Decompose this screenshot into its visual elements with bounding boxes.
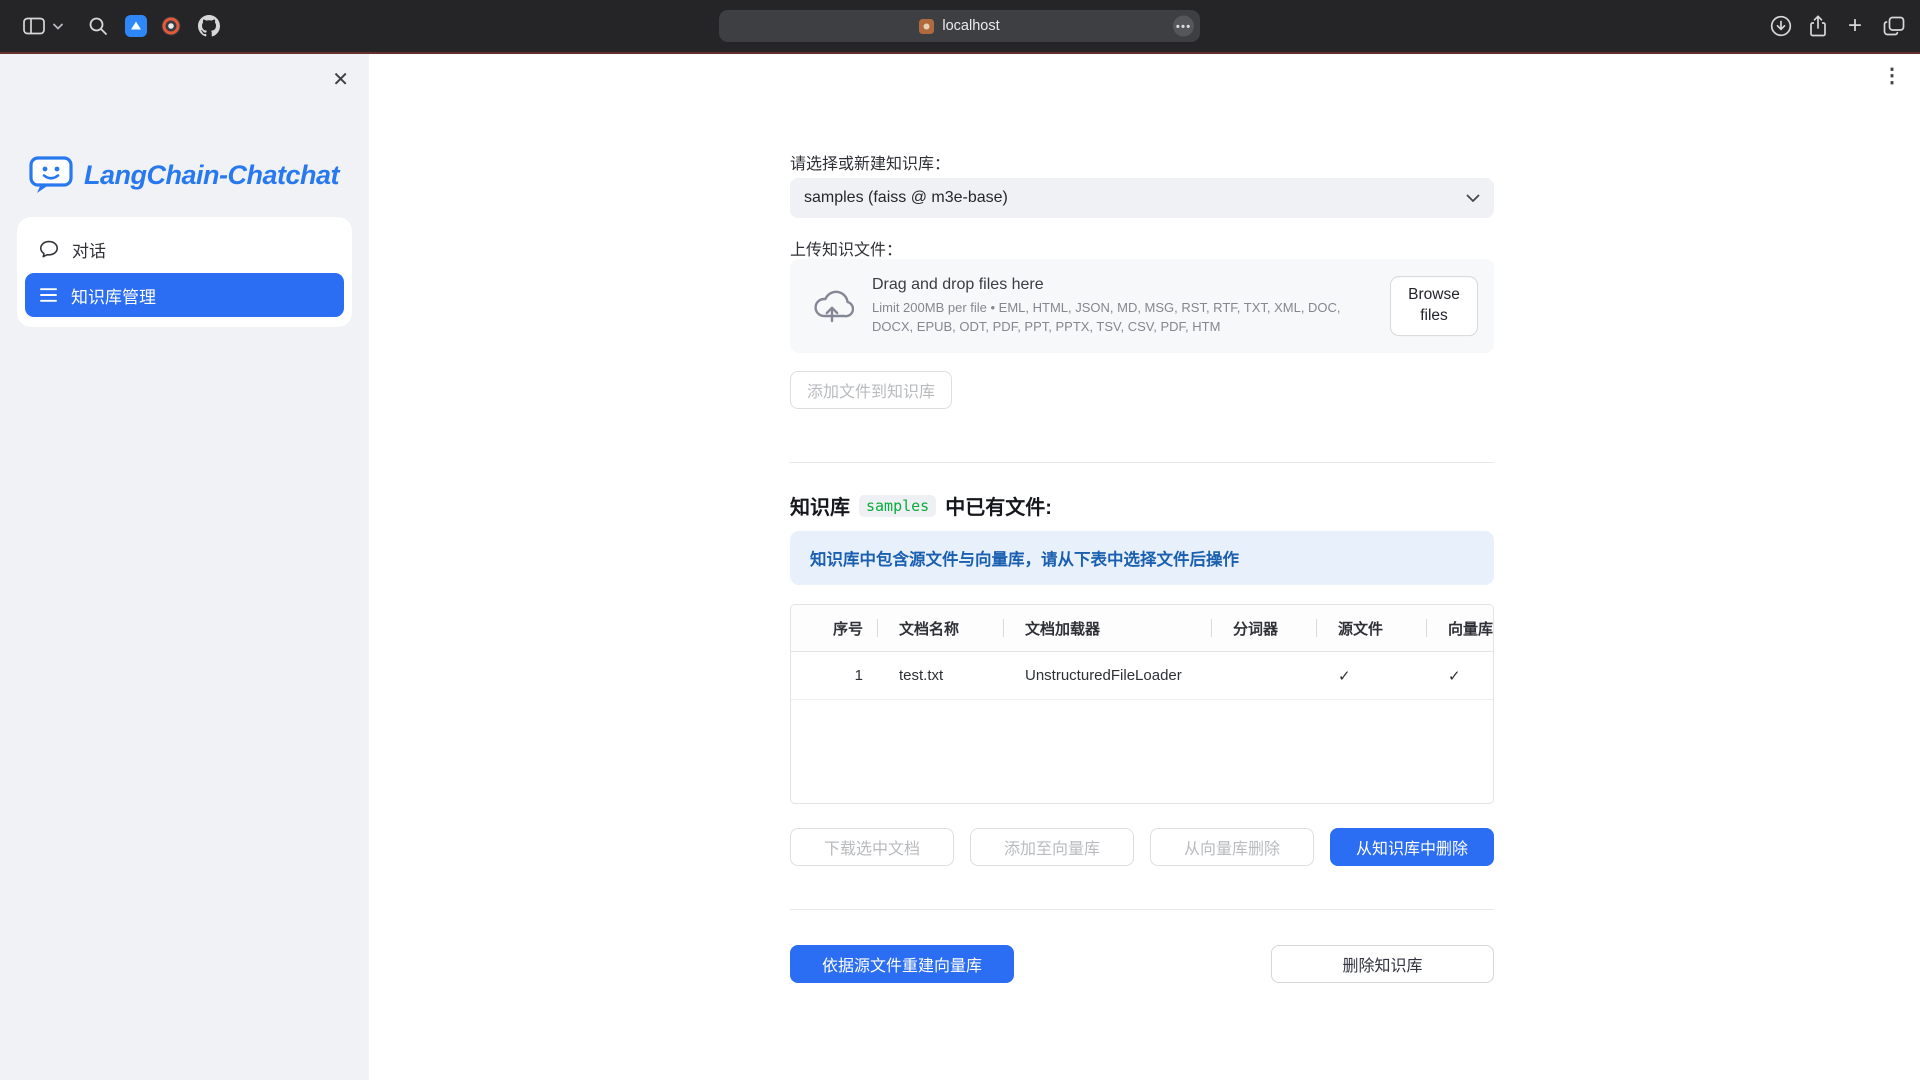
add-to-vector-button[interactable]: 添加至向量库 [970,828,1134,866]
sidebar-close-button[interactable]: ✕ [332,70,349,90]
browser-toolbar: localhost ••• + [0,0,1920,52]
sidebar-item-dialogue[interactable]: 对话 [25,227,344,271]
sidebar-toggle-button[interactable] [20,0,48,52]
app-icon-blue[interactable] [123,0,149,52]
upload-label: 上传知识文件： [790,236,902,260]
sidebar-chevron-button[interactable] [50,0,66,52]
divider [790,909,1494,910]
address-bar[interactable]: localhost ••• [719,10,1200,42]
new-tab-button[interactable]: + [1843,0,1867,52]
files-table: 序号 文档名称 文档加载器 分词器 源文件 向量库 1 test.txt Uns… [790,604,1494,804]
sidebar-item-label: 对话 [72,237,106,262]
logo-chat-bubble-icon [28,154,74,196]
kb-name-code: samples [859,495,936,517]
app-logo: LangChain-Chatchat [28,154,339,196]
column-header-splitter[interactable]: 分词器 [1211,605,1316,651]
sidebar: ✕ LangChain-Chatchat 对话 知识库管理 [0,54,369,1080]
column-header-name[interactable]: 文档名称 [877,605,1003,651]
info-banner: 知识库中包含源文件与向量库，请从下表中选择文件后操作 [790,531,1494,585]
github-icon[interactable] [196,0,222,52]
cell-name: test.txt [877,652,1003,699]
cell-source-check: ✓ [1316,652,1426,699]
browse-files-button[interactable]: Browse files [1390,276,1478,336]
column-header-index[interactable]: 序号 [791,605,877,651]
heading-suffix: 中已有文件: [945,491,1052,520]
downloads-button[interactable] [1768,0,1794,52]
cell-loader: UnstructuredFileLoader [1003,652,1211,699]
add-files-button[interactable]: 添加文件到知识库 [790,371,952,409]
dropzone-hint: Limit 200MB per file • EML, HTML, JSON, … [872,299,1374,337]
chevron-down-icon [1466,194,1480,203]
page-menu-button[interactable]: ⋮ [1882,66,1902,86]
rebuild-vector-store-button[interactable]: 依据源文件重建向量库 [790,945,1014,983]
page-settings-icon[interactable]: ••• [1173,16,1194,37]
delete-kb-button[interactable]: 删除知识库 [1271,945,1494,983]
address-text: localhost [942,18,999,34]
heading-prefix: 知识库 [790,491,850,520]
search-icon[interactable] [85,0,111,52]
chat-bubble-icon [39,239,59,259]
table-actions: 下载选中文档 添加至向量库 从向量库删除 从知识库中删除 [790,828,1494,866]
file-dropzone[interactable]: Drag and drop files here Limit 200MB per… [790,259,1494,353]
cell-index: 1 [791,652,877,699]
column-header-source[interactable]: 源文件 [1316,605,1426,651]
table-row[interactable]: 1 test.txt UnstructuredFileLoader ✓ ✓ [791,652,1493,700]
tabs-overview-button[interactable] [1880,0,1908,52]
remove-from-vector-button[interactable]: 从向量库删除 [1150,828,1314,866]
delete-from-kb-button[interactable]: 从知识库中删除 [1330,828,1494,866]
divider [790,462,1494,463]
kb-files-heading: 知识库 samples 中已有文件: [790,491,1052,520]
share-icon[interactable] [1806,0,1830,52]
sidebar-nav: 对话 知识库管理 [17,217,352,327]
cell-vector-check: ✓ [1426,652,1493,699]
column-header-loader[interactable]: 文档加载器 [1003,605,1211,651]
logo-text: LangChain-Chatchat [84,160,339,191]
dropzone-text: Drag and drop files here Limit 200MB per… [872,276,1374,337]
info-text: 知识库中包含源文件与向量库，请从下表中选择文件后操作 [810,546,1239,570]
dropzone-title: Drag and drop files here [872,276,1374,294]
cell-splitter [1211,652,1316,699]
kb-select[interactable]: samples (faiss @ m3e-base) [790,178,1494,218]
table-header: 序号 文档名称 文档加载器 分词器 源文件 向量库 [791,605,1493,652]
select-kb-label: 请选择或新建知识库： [790,150,950,174]
site-favicon [919,19,934,34]
cloud-upload-icon [810,288,854,324]
sidebar-item-kb-management[interactable]: 知识库管理 [25,273,344,317]
download-selected-button[interactable]: 下载选中文档 [790,828,954,866]
kb-select-value: samples (faiss @ m3e-base) [804,189,1008,207]
app-page: ✕ LangChain-Chatchat 对话 知识库管理 ⋮ [0,54,1920,1080]
kb-list-icon [39,287,58,303]
content-column: 请选择或新建知识库： samples (faiss @ m3e-base) 上传… [790,54,1494,1080]
column-header-vector[interactable]: 向量库 [1426,605,1493,651]
app-icon-orange[interactable] [158,0,184,52]
main-area: ⋮ 请选择或新建知识库： samples (faiss @ m3e-base) … [369,54,1920,1080]
sidebar-item-label: 知识库管理 [71,283,156,308]
